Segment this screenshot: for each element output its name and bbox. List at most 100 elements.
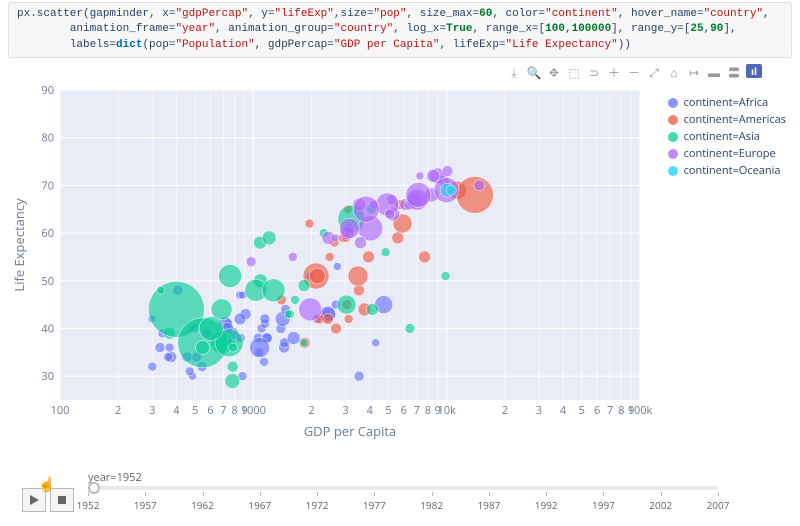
legend-label: continent=Africa <box>684 95 769 110</box>
slider-tick[interactable]: 2007 <box>718 492 719 496</box>
svg-text:80: 80 <box>41 131 54 146</box>
bubble[interactable] <box>234 313 246 325</box>
zoom-out-icon[interactable]: － <box>626 64 642 80</box>
bubble[interactable] <box>354 285 365 296</box>
bubble[interactable] <box>219 265 242 288</box>
bubble[interactable] <box>474 180 485 191</box>
year-slider[interactable]: year=1952 195219571962196719721977198219… <box>88 474 778 526</box>
bubble[interactable] <box>246 257 256 267</box>
box-select-icon[interactable]: ⬚ <box>566 64 582 80</box>
svg-text:6: 6 <box>594 403 600 418</box>
bubble[interactable] <box>381 248 390 257</box>
chart[interactable]: 304050607080901002345678910002345678910k… <box>0 80 800 480</box>
slider-tick[interactable]: 1957 <box>145 492 146 496</box>
slider-tick[interactable]: 1962 <box>203 492 204 496</box>
hover-compare-icon[interactable]: 〓 <box>726 64 742 80</box>
bubble[interactable] <box>199 317 223 341</box>
bubble[interactable] <box>291 296 300 305</box>
legend-item[interactable]: continent=Africa <box>668 94 786 111</box>
slider-tick-label: 1987 <box>475 498 503 512</box>
bubble[interactable] <box>362 251 374 263</box>
bubble[interactable] <box>287 332 300 345</box>
bubble[interactable] <box>288 253 297 262</box>
legend-item[interactable]: continent=Europe <box>668 145 786 162</box>
bubble[interactable] <box>354 237 366 249</box>
zoom-icon[interactable]: 🔍 <box>526 64 542 80</box>
bubble[interactable] <box>372 339 380 347</box>
bubble[interactable] <box>229 343 238 352</box>
download-icon[interactable]: ⤓ <box>506 64 522 80</box>
slider-tick[interactable]: 1997 <box>603 492 604 496</box>
slider-tick[interactable]: 2002 <box>661 492 662 496</box>
hover-single-icon[interactable]: ▬ <box>706 64 722 80</box>
bubble[interactable] <box>227 361 238 372</box>
bubble[interactable] <box>366 304 378 316</box>
bubble[interactable] <box>155 343 165 353</box>
zoom-in-icon[interactable]: ＋ <box>606 64 622 80</box>
bubble[interactable] <box>225 374 240 389</box>
slider-tick-label: 1992 <box>532 498 560 512</box>
bubble[interactable] <box>157 286 165 294</box>
code-cell: px.scatter(gapminder, x="gdpPercap", y="… <box>8 2 792 58</box>
slider-current: 1952 <box>117 470 142 485</box>
bubble[interactable] <box>298 280 310 292</box>
bubble[interactable] <box>344 315 353 324</box>
bubble[interactable] <box>331 323 342 334</box>
bubble[interactable] <box>441 272 450 281</box>
slider-tick[interactable]: 1972 <box>317 492 318 496</box>
slider-tick[interactable]: 1967 <box>260 492 261 496</box>
bubble[interactable] <box>164 353 173 362</box>
slider-tick[interactable]: 1992 <box>546 492 547 496</box>
bubble[interactable] <box>260 314 270 324</box>
svg-text:50: 50 <box>41 274 54 289</box>
bubble[interactable] <box>406 183 431 208</box>
slider-tick-label: 1997 <box>589 498 617 512</box>
bubble[interactable] <box>348 266 368 286</box>
bubble[interactable] <box>354 371 364 381</box>
bubble[interactable] <box>299 298 322 321</box>
bubble[interactable] <box>196 341 210 355</box>
legend-swatch <box>668 166 678 176</box>
spike-icon[interactable]: ↦ <box>686 64 702 80</box>
legend-swatch <box>668 132 678 142</box>
slider-tick[interactable]: 1952 <box>88 492 89 496</box>
bubble[interactable] <box>392 232 404 244</box>
bubble[interactable] <box>305 219 314 228</box>
bubble[interactable] <box>337 295 356 314</box>
bubble[interactable] <box>185 367 194 376</box>
bubble[interactable] <box>385 209 395 219</box>
bubble[interactable] <box>340 218 360 238</box>
bubble[interactable] <box>333 263 341 271</box>
lasso-icon[interactable]: ⊃ <box>586 64 602 80</box>
bubble[interactable] <box>165 343 174 352</box>
autoscale-icon[interactable]: ⤢ <box>646 64 662 80</box>
bubble[interactable] <box>331 234 339 242</box>
reset-icon[interactable]: ⌂ <box>666 64 682 80</box>
slider-tick[interactable]: 1982 <box>432 492 433 496</box>
bubble[interactable] <box>419 251 431 263</box>
legend-item[interactable]: continent=Americas <box>668 111 786 128</box>
bubble[interactable] <box>309 268 325 284</box>
slider-tick[interactable]: 1977 <box>374 492 375 496</box>
slider-rail[interactable] <box>88 486 718 490</box>
bubble[interactable] <box>446 185 456 195</box>
bubble[interactable] <box>250 338 270 358</box>
bubble[interactable] <box>262 231 276 245</box>
bubble[interactable] <box>405 324 415 334</box>
bubble[interactable] <box>300 339 308 347</box>
bubble[interactable] <box>442 166 453 177</box>
bubble[interactable] <box>325 253 334 262</box>
bubble[interactable] <box>353 196 379 222</box>
bubble[interactable] <box>262 279 285 302</box>
bubble[interactable] <box>284 310 292 318</box>
bubble[interactable] <box>260 358 269 367</box>
slider-tick[interactable]: 1987 <box>489 492 490 496</box>
bubble[interactable] <box>416 172 424 180</box>
bubble[interactable] <box>148 362 157 371</box>
svg-text:3: 3 <box>536 403 542 418</box>
plotly-icon[interactable] <box>746 64 762 78</box>
legend-item[interactable]: continent=Oceania <box>668 162 786 179</box>
legend-item[interactable]: continent=Asia <box>668 128 786 145</box>
bubble[interactable] <box>427 170 440 183</box>
pan-icon[interactable]: ✥ <box>546 64 562 80</box>
